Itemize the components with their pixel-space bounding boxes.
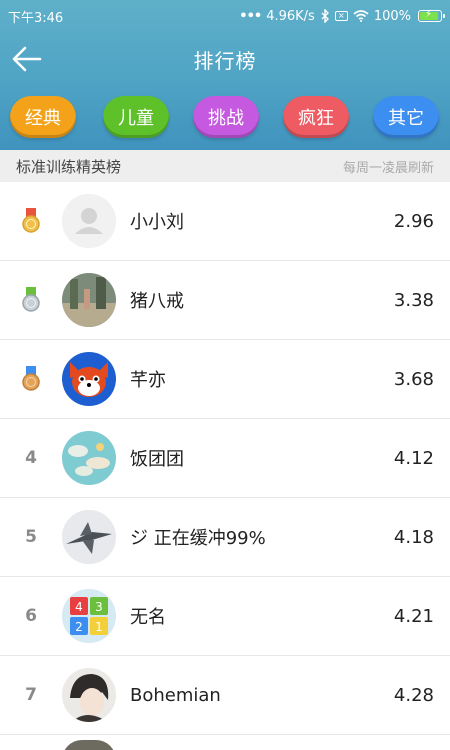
list-item[interactable]: 芊亦 3.68 — [0, 340, 450, 419]
user-name: 饭团团 — [130, 449, 184, 470]
status-right: ••• 4.96K/s × 100% ⚡ — [239, 8, 445, 24]
network-speed: 4.96K/s — [266, 8, 315, 24]
svg-text:1: 1 — [95, 620, 103, 634]
rank-number: 5 — [25, 527, 37, 547]
more-dots-icon: ••• — [239, 8, 262, 24]
user-score: 4.28 — [393, 684, 434, 706]
list-item[interactable]: 5 ジ 正在缓冲99% 4.18 — [0, 498, 450, 577]
tab-children[interactable]: 儿童 — [103, 96, 169, 138]
battery-percent: 100% — [373, 8, 411, 24]
tab-challenge[interactable]: 挑战 — [193, 96, 259, 138]
avatar — [62, 194, 116, 248]
tab-other[interactable]: 其它 — [373, 96, 439, 138]
leaderboard-name: 标准训练精英榜 — [16, 157, 122, 176]
svg-text:2: 2 — [75, 620, 83, 634]
user-score: 4.12 — [393, 447, 434, 469]
user-name: 小小刘 — [130, 212, 184, 233]
user-score: 2.96 — [393, 210, 434, 232]
user-score: 4.21 — [393, 605, 434, 627]
rank-number: 7 — [25, 685, 37, 705]
rank-number: 4 — [25, 448, 37, 468]
page-title: 排行榜 — [193, 48, 257, 73]
avatar — [62, 431, 116, 485]
user-name: ジ 正在缓冲99% — [130, 528, 266, 549]
bronze-medal-icon — [0, 366, 62, 392]
svg-text:3: 3 — [95, 600, 103, 614]
back-arrow-icon[interactable] — [10, 42, 44, 76]
tab-crazy[interactable]: 疯狂 — [283, 96, 349, 138]
rank-number: 6 — [25, 606, 37, 626]
list-item[interactable]: 4 饭团团 4.12 — [0, 419, 450, 498]
status-time: 下午3:46 — [8, 10, 64, 26]
list-item[interactable]: 6 4 3 2 1 无名 4.21 — [0, 577, 450, 656]
gold-medal-icon — [0, 208, 62, 234]
user-name: 芊亦 — [130, 370, 166, 391]
avatar — [62, 273, 116, 327]
user-name: 无名 — [130, 607, 166, 628]
avatar — [62, 668, 116, 722]
list-item-partial — [0, 735, 450, 750]
bluetooth-icon — [321, 9, 329, 23]
user-name: 猪八戒 — [130, 291, 184, 312]
app-header: 排行榜 — [0, 32, 450, 86]
list-item[interactable]: 7 Bohemian 4.28 — [0, 656, 450, 735]
sim-icon: × — [334, 11, 348, 21]
list-item[interactable]: 猪八戒 3.38 — [0, 261, 450, 340]
user-name: Bohemian — [130, 684, 221, 706]
refresh-note: 每周一凌晨刷新 — [342, 160, 434, 176]
list-item[interactable]: 小小刘 2.96 — [0, 182, 450, 261]
user-score: 4.18 — [393, 526, 434, 548]
user-score: 3.38 — [393, 289, 434, 311]
ranking-list: 小小刘 2.96 猪八戒 3.38 芊亦 3.68 4 饭团团 4.12 5 ジ… — [0, 182, 450, 750]
user-score: 3.68 — [393, 368, 434, 390]
avatar — [62, 352, 116, 406]
tab-classic[interactable]: 经典 — [10, 96, 76, 138]
category-tabs: 经典 儿童 挑战 疯狂 其它 — [0, 96, 450, 140]
avatar — [62, 510, 116, 564]
svg-text:4: 4 — [75, 600, 83, 614]
status-bar: 下午3:46 ••• 4.96K/s × 100% ⚡ — [0, 0, 450, 32]
avatar: 4 3 2 1 — [62, 589, 116, 643]
wifi-icon — [353, 10, 369, 22]
silver-medal-icon — [0, 287, 62, 313]
battery-icon: ⚡ — [418, 9, 445, 22]
leaderboard-subheader: 标准训练精英榜 每周一凌晨刷新 — [0, 150, 450, 182]
